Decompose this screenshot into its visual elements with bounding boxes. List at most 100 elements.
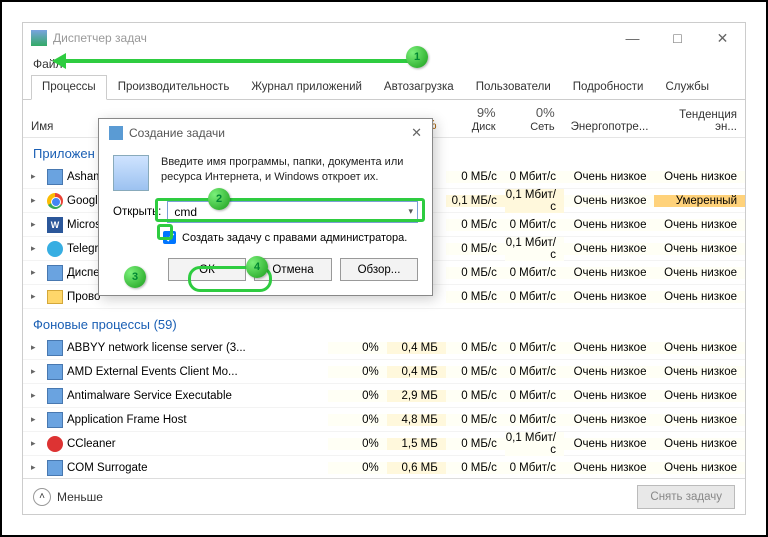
end-task-button[interactable]: Снять задачу (637, 485, 735, 509)
col-network[interactable]: 0%Сеть (504, 105, 563, 137)
expand-icon[interactable]: ▸ (31, 219, 43, 230)
close-button[interactable]: ✕ (700, 23, 745, 53)
expand-icon[interactable]: ▸ (31, 243, 43, 254)
tab-strip: Процессы Производительность Журнал прило… (23, 75, 745, 100)
expand-icon[interactable]: ▸ (31, 390, 43, 401)
tab-services[interactable]: Службы (654, 75, 720, 99)
expand-icon[interactable]: ▸ (31, 171, 43, 182)
app-icon: W (47, 217, 63, 233)
disk-cell: 0,1 МБ/с (446, 195, 505, 207)
app-icon (47, 290, 63, 304)
process-name: Micros (67, 219, 101, 231)
minimize-button[interactable]: — (610, 23, 655, 53)
tab-performance[interactable]: Производительность (107, 75, 241, 99)
dialog-description: Введите имя программы, папки, документа … (161, 155, 418, 191)
maximize-button[interactable]: □ (655, 23, 700, 53)
app-icon (47, 265, 63, 281)
disk-cell: 0 МБ/с (446, 462, 505, 474)
table-row[interactable]: ▸CCleaner0%1,5 МБ0 МБ/с0,1 Мбит/сОчень н… (23, 432, 745, 456)
admin-checkbox-label: Создать задачу с правами администратора. (182, 232, 407, 244)
process-name: ABBYY network license server (3... (67, 342, 246, 354)
cpu-cell: 0% (328, 462, 387, 474)
col-energy-trend[interactable]: Тенденция эн... (655, 109, 745, 137)
table-row[interactable]: ▸Antimalware Service Executable0%2,9 МБ0… (23, 384, 745, 408)
tab-app-history[interactable]: Журнал приложений (240, 75, 373, 99)
cpu-cell: 0% (328, 366, 387, 378)
expand-icon[interactable]: ▸ (31, 195, 43, 206)
tab-details[interactable]: Подробности (562, 75, 655, 99)
process-name: Диспе (67, 267, 100, 279)
process-name: Antimalware Service Executable (67, 390, 232, 402)
dialog-close-button[interactable]: ✕ (411, 125, 422, 141)
app-icon (47, 412, 63, 428)
process-name: CCleaner (67, 438, 116, 450)
mem-cell: 4,8 МБ (387, 414, 446, 426)
col-energy[interactable]: Энергопотре... (563, 121, 655, 137)
ok-button[interactable]: ОК (168, 258, 246, 281)
expand-icon[interactable]: ▸ (31, 462, 43, 473)
table-row[interactable]: ▸Application Frame Host0%4,8 МБ0 МБ/с0 М… (23, 408, 745, 432)
tab-users[interactable]: Пользователи (465, 75, 562, 99)
open-combobox[interactable]: ▾ (167, 201, 418, 223)
open-input[interactable] (174, 202, 387, 222)
trend-cell: Очень низкое (654, 414, 745, 426)
mem-cell: 0,4 МБ (387, 366, 446, 378)
disk-cell: 0 МБ/с (446, 267, 505, 279)
annotation-badge-2: 2 (208, 188, 230, 210)
expand-icon[interactable]: ▸ (31, 267, 43, 278)
energy-cell: Очень низкое (564, 414, 655, 426)
cpu-cell: 0% (328, 390, 387, 402)
disk-cell: 0 МБ/с (446, 342, 505, 354)
net-cell: 0 Мбит/с (505, 267, 564, 279)
net-cell: 0 Мбит/с (505, 414, 564, 426)
tab-processes[interactable]: Процессы (31, 75, 107, 100)
table-row[interactable]: ▸ABBYY network license server (3...0%0,4… (23, 336, 745, 360)
trend-cell: Очень низкое (654, 291, 745, 303)
net-cell: 0,1 Мбит/с (505, 189, 564, 213)
app-icon (47, 193, 63, 209)
net-cell: 0 Мбит/с (505, 342, 564, 354)
expand-icon[interactable]: ▸ (31, 414, 43, 425)
disk-cell: 0 МБ/с (446, 414, 505, 426)
energy-cell: Очень низкое (564, 195, 655, 207)
table-row[interactable]: ▸COM Surrogate0%0,6 МБ0 МБ/с0 Мбит/сОчен… (23, 456, 745, 480)
app-icon (47, 364, 63, 380)
fewer-details-button[interactable]: ˄ Меньше (33, 488, 103, 506)
energy-cell: Очень низкое (564, 462, 655, 474)
admin-checkbox[interactable] (163, 231, 176, 244)
expand-icon[interactable]: ▸ (31, 366, 43, 377)
browse-button[interactable]: Обзор... (340, 258, 418, 281)
tab-startup[interactable]: Автозагрузка (373, 75, 465, 99)
net-cell: 0 Мбит/с (505, 462, 564, 474)
net-cell: 0 Мбит/с (505, 390, 564, 402)
expand-icon[interactable]: ▸ (31, 342, 43, 353)
net-cell: 0 Мбит/с (505, 171, 564, 183)
energy-cell: Очень низкое (564, 366, 655, 378)
process-name: AMD External Events Client Mo... (67, 366, 238, 378)
disk-cell: 0 МБ/с (446, 438, 505, 450)
expand-icon[interactable]: ▸ (31, 291, 43, 302)
app-icon (47, 169, 63, 185)
dropdown-icon[interactable]: ▾ (408, 206, 413, 217)
energy-cell: Очень низкое (564, 243, 655, 255)
trend-cell: Очень низкое (654, 171, 745, 183)
open-label: Открыть: (113, 206, 161, 218)
app-icon (31, 30, 47, 46)
energy-cell: Очень низкое (564, 390, 655, 402)
annotation-arrow (62, 56, 422, 66)
chevron-up-icon: ˄ (33, 488, 51, 506)
dialog-title-text: Создание задачи (129, 126, 225, 140)
annotation-badge-1: 1 (406, 46, 428, 68)
annotation-badge-3: 3 (124, 266, 146, 288)
energy-cell: Очень низкое (564, 171, 655, 183)
app-icon (47, 460, 63, 476)
process-name: Telegr (67, 243, 98, 255)
table-row[interactable]: ▸ AMD External Events Client Mo... 0%0,4 М… (23, 360, 745, 384)
trend-cell: Очень низкое (654, 366, 745, 378)
app-icon (47, 340, 63, 356)
cpu-cell: 0% (328, 414, 387, 426)
expand-icon[interactable]: ▸ (31, 438, 43, 449)
disk-cell: 0 МБ/с (446, 291, 505, 303)
dialog-icon (109, 126, 123, 140)
col-disk[interactable]: 9%Диск (445, 105, 504, 137)
